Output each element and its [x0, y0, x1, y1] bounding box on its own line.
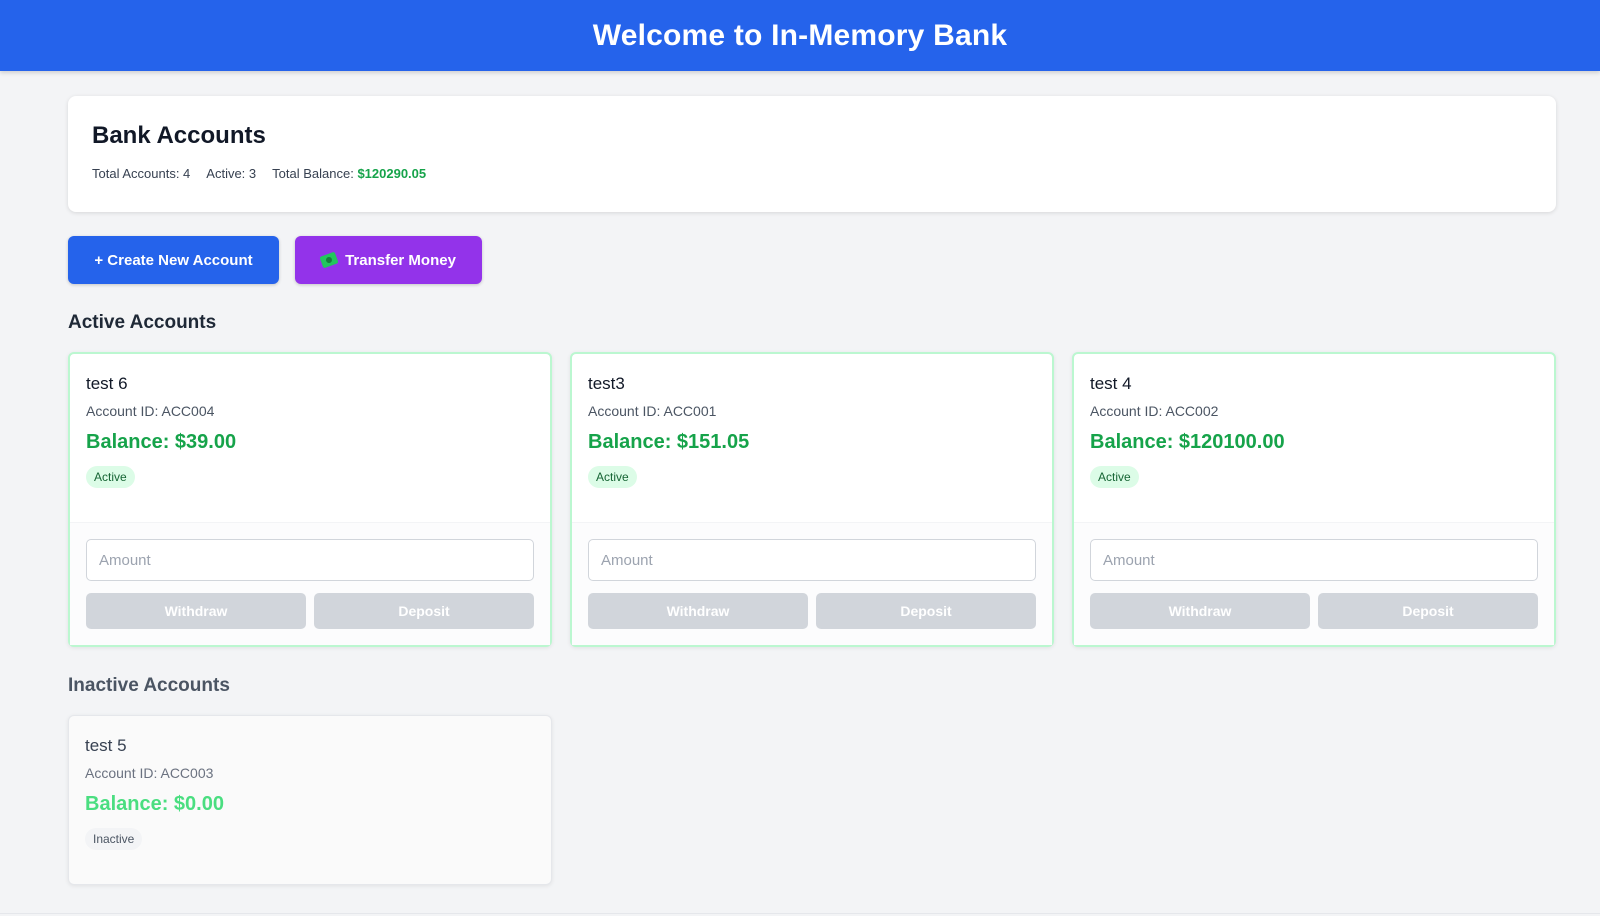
- transfer-money-label: Transfer Money: [345, 251, 456, 269]
- withdraw-button[interactable]: Withdraw: [1090, 593, 1310, 629]
- account-id: Account ID: ACC004: [86, 403, 215, 419]
- active-accounts-list: test 6 Account ID: ACC004 Balance: $39.0…: [68, 352, 1556, 647]
- total-accounts-stat: Total Accounts: 4: [92, 166, 191, 181]
- create-account-button[interactable]: + Create New Account: [68, 236, 279, 284]
- amount-input[interactable]: [588, 539, 1036, 581]
- account-card: test 4 Account ID: ACC002 Balance: $1201…: [1072, 352, 1556, 647]
- active-accounts-stat: Active: 3: [206, 166, 257, 181]
- account-balance: Balance: $120100.00: [1090, 431, 1285, 453]
- withdraw-button[interactable]: Withdraw: [86, 593, 306, 629]
- deposit-button[interactable]: Deposit: [1318, 593, 1538, 629]
- main-content: Bank Accounts Total Accounts: 4 Active: …: [68, 96, 1556, 885]
- account-card-inactive: test 5 Account ID: ACC003 Balance: $0.00…: [68, 715, 552, 885]
- status-badge: Inactive: [85, 828, 143, 850]
- active-accounts-title: Active Accounts: [68, 312, 217, 333]
- deposit-button[interactable]: Deposit: [314, 593, 534, 629]
- page-divider: [0, 913, 1600, 914]
- money-icon: [319, 251, 339, 269]
- amount-input[interactable]: [86, 539, 534, 581]
- summary-panel: Bank Accounts Total Accounts: 4 Active: …: [68, 96, 1556, 212]
- total-balance-stat: Total Balance: $120290.05: [272, 166, 426, 181]
- account-name: test 6: [86, 374, 128, 393]
- app-header: Welcome to In-Memory Bank: [0, 0, 1600, 71]
- account-balance: Balance: $39.00: [86, 431, 237, 453]
- inactive-accounts-title: Inactive Accounts: [68, 675, 230, 696]
- status-badge: Active: [588, 466, 637, 488]
- status-badge: Active: [1090, 466, 1139, 488]
- app-title: Welcome to In-Memory Bank: [592, 18, 1008, 52]
- inactive-accounts-list: test 5 Account ID: ACC003 Balance: $0.00…: [68, 715, 1556, 885]
- account-name: test3: [588, 374, 625, 393]
- summary-title: Bank Accounts: [92, 122, 266, 149]
- account-id: Account ID: ACC003: [85, 765, 214, 781]
- withdraw-button[interactable]: Withdraw: [588, 593, 808, 629]
- account-id: Account ID: ACC002: [1090, 403, 1219, 419]
- status-badge: Active: [86, 466, 135, 488]
- account-name: test 5: [85, 736, 127, 755]
- account-balance: Balance: $0.00: [85, 793, 224, 815]
- account-id: Account ID: ACC001: [588, 403, 717, 419]
- amount-input[interactable]: [1090, 539, 1538, 581]
- deposit-button[interactable]: Deposit: [816, 593, 1036, 629]
- account-card: test3 Account ID: ACC001 Balance: $151.0…: [570, 352, 1054, 647]
- action-toolbar: + Create New Account Transfer Money: [68, 236, 1556, 284]
- account-name: test 4: [1090, 374, 1132, 393]
- total-balance-label: Total Balance:: [272, 166, 354, 181]
- account-balance: Balance: $151.05: [588, 431, 750, 453]
- account-card: test 6 Account ID: ACC004 Balance: $39.0…: [68, 352, 552, 647]
- summary-stats: Total Accounts: 4 Active: 3 Total Balanc…: [92, 166, 1532, 181]
- total-balance-value: $120290.05: [357, 166, 427, 181]
- transfer-money-button[interactable]: Transfer Money: [295, 236, 482, 284]
